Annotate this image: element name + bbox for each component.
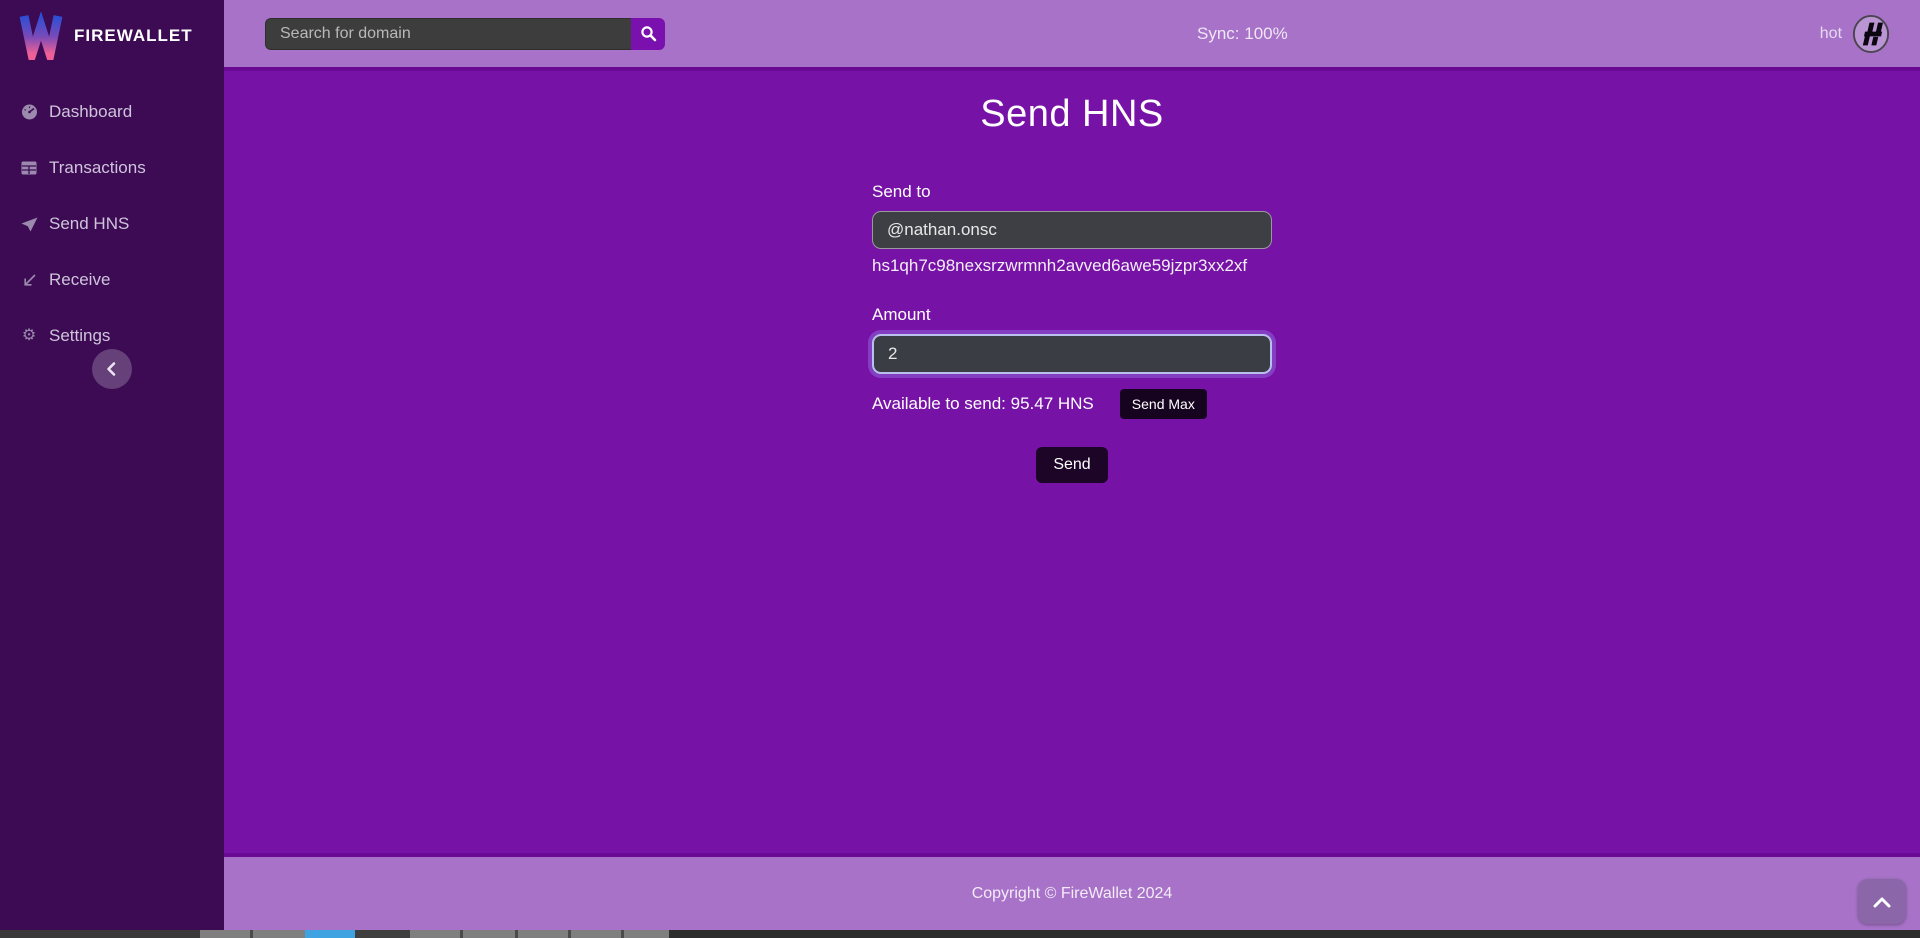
taskbar-segment	[669, 930, 1920, 938]
taskbar-active-segment[interactable]	[305, 930, 355, 938]
sidebar-item-label: Send HNS	[49, 214, 129, 234]
wallet-name: hot	[1820, 25, 1842, 43]
send-form: Send to hs1qh7c98nexsrzwrmnh2avved6awe59…	[872, 182, 1272, 483]
sidebar-item-send-hns[interactable]: Send HNS	[0, 196, 224, 252]
sync-status: Sync: 100%	[1197, 24, 1288, 44]
search-input[interactable]	[265, 18, 631, 50]
sidebar-item-transactions[interactable]: Transactions	[0, 140, 224, 196]
taskbar-segment[interactable]	[355, 930, 410, 938]
domain-search	[265, 18, 665, 50]
chevron-left-icon	[102, 359, 122, 379]
taskbar-segment[interactable]	[463, 930, 515, 938]
search-button[interactable]	[631, 18, 665, 50]
brand[interactable]: FIREWALLET	[0, 0, 224, 71]
resolved-address: hs1qh7c98nexsrzwrmnh2avved6awe59jzpr3xx2…	[872, 256, 1272, 276]
arrow-down-left-icon	[20, 272, 38, 288]
firewallet-w-logo-icon	[19, 12, 63, 60]
send-to-input[interactable]	[872, 211, 1272, 249]
sidebar-nav: Dashboard Transactions Send HNS Receive …	[0, 84, 224, 364]
sidebar-item-label: Settings	[49, 326, 110, 346]
send-button[interactable]: Send	[1036, 447, 1107, 483]
taskbar-strip	[0, 930, 1920, 938]
taskbar-segment[interactable]	[571, 930, 621, 938]
copyright-text: Copyright © FireWallet 2024	[972, 885, 1173, 903]
chevron-up-icon	[1871, 895, 1893, 909]
sidebar-item-receive[interactable]: Receive	[0, 252, 224, 308]
handshake-icon	[1852, 14, 1890, 54]
amount-label: Amount	[872, 305, 1272, 325]
taskbar-segment[interactable]	[200, 930, 250, 938]
send-row: Send	[872, 447, 1272, 483]
available-row: Available to send: 95.47 HNS Send Max	[872, 389, 1272, 419]
sidebar-item-label: Transactions	[49, 158, 146, 178]
sidebar-collapse-button[interactable]	[92, 349, 132, 389]
dashboard-gauge-icon	[20, 104, 38, 120]
gear-icon: ⚙	[20, 328, 38, 344]
wallet-menu[interactable]: hot	[1820, 14, 1890, 54]
sidebar-item-label: Dashboard	[49, 102, 132, 122]
main-content: Send HNS Send to hs1qh7c98nexsrzwrmnh2av…	[224, 71, 1920, 853]
amount-input[interactable]	[872, 334, 1272, 374]
send-max-button[interactable]: Send Max	[1120, 389, 1207, 419]
available-balance: Available to send: 95.47 HNS	[872, 394, 1094, 414]
scroll-to-top-button[interactable]	[1858, 879, 1906, 924]
transactions-table-icon	[20, 160, 38, 176]
brand-name: FIREWALLET	[74, 26, 193, 46]
sidebar-item-label: Receive	[49, 270, 110, 290]
page-title: Send HNS	[224, 93, 1920, 136]
taskbar-segment[interactable]	[253, 930, 305, 938]
topbar: Sync: 100% hot	[224, 0, 1920, 71]
taskbar-segment[interactable]	[0, 930, 200, 938]
sidebar-item-dashboard[interactable]: Dashboard	[0, 84, 224, 140]
search-icon	[640, 25, 657, 42]
taskbar-segment[interactable]	[518, 930, 568, 938]
send-to-label: Send to	[872, 182, 1272, 202]
taskbar-segment[interactable]	[410, 930, 460, 938]
taskbar-segment[interactable]	[624, 930, 669, 938]
sidebar: FIREWALLET Dashboard Transactions Send H…	[0, 0, 224, 930]
paper-plane-icon	[20, 216, 38, 232]
footer: Copyright © FireWallet 2024	[224, 853, 1920, 930]
